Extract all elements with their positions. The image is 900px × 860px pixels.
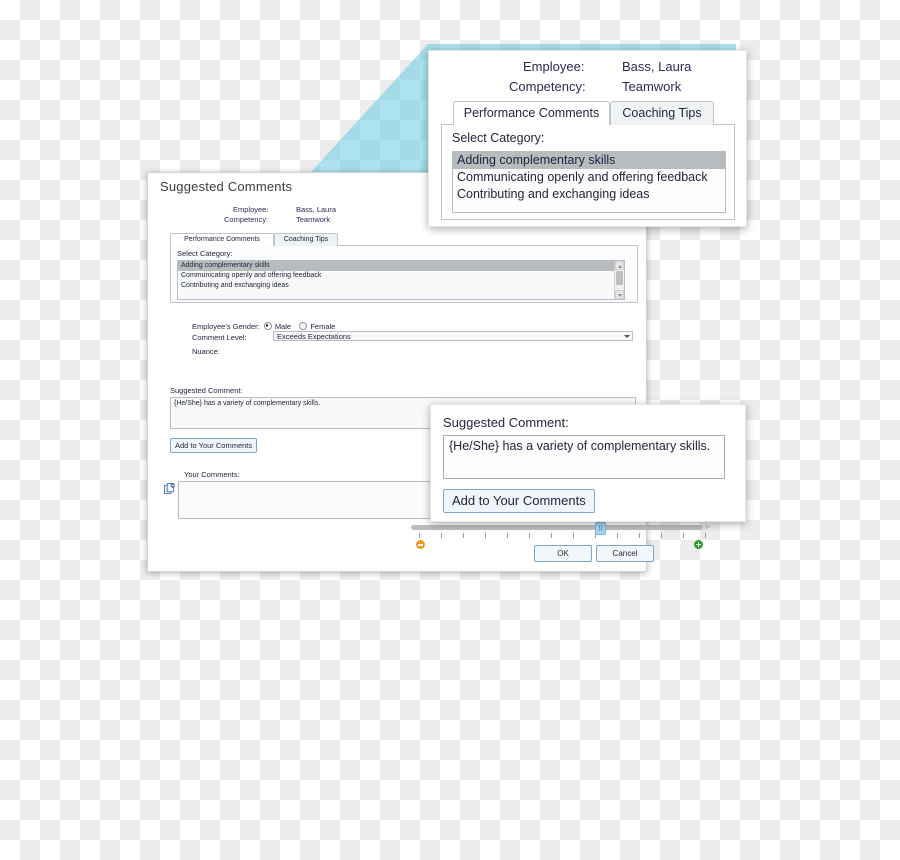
- callout-select-category-label: Select Category:: [452, 131, 545, 145]
- callout-suggested-comment-box: {He/She} has a variety of complementary …: [443, 435, 725, 479]
- category-listbox[interactable]: Adding complementary skills Communicatin…: [177, 260, 625, 300]
- list-item[interactable]: Contributing and exchanging ideas: [453, 186, 725, 203]
- radio-female[interactable]: [299, 322, 308, 330]
- slider-tick: [639, 533, 640, 538]
- your-comments-label: Your Comments:: [184, 470, 240, 479]
- tab-coaching-tips[interactable]: Coaching Tips: [274, 233, 338, 246]
- callout-suggested-comment-label: Suggested Comment:: [443, 415, 569, 430]
- callout-add-to-your-comments-button[interactable]: Add to Your Comments: [443, 489, 595, 513]
- callout-tab-panel: Select Category: Adding complementary sk…: [441, 124, 735, 220]
- scroll-up-arrow-icon[interactable]: [615, 261, 624, 270]
- list-item[interactable]: Communicating openly and offering feedba…: [453, 169, 725, 186]
- comment-level-label: Comment Level:: [192, 333, 247, 342]
- slider-tick: [529, 533, 530, 538]
- list-item[interactable]: Adding complementary skills: [178, 261, 624, 271]
- comment-level-select[interactable]: Exceeds Expectations: [273, 331, 633, 341]
- callout-employee-value: Bass, Laura: [622, 59, 692, 74]
- slider-tick: [441, 533, 442, 538]
- callout-category-listbox[interactable]: Adding complementary skills Communicatin…: [452, 151, 726, 213]
- dialog-title: Suggested Comments: [160, 179, 293, 194]
- add-to-your-comments-button[interactable]: Add to Your Comments: [170, 438, 258, 453]
- select-category-label: Select Category:: [177, 249, 233, 258]
- competency-label: Competency:: [224, 215, 269, 224]
- slider-tick: [595, 533, 596, 538]
- zoom-callout-top: Employee: Bass, Laura Competency: Teamwo…: [428, 50, 747, 227]
- slider-track-end-icon: [705, 524, 711, 530]
- callout-competency-value: Teamwork: [622, 79, 682, 94]
- employee-value: Bass, Laura: [296, 205, 337, 214]
- slider-tick: [419, 533, 420, 538]
- tab-panel: Select Category: Adding complementary sk…: [170, 245, 638, 303]
- slider-tick: [705, 533, 706, 538]
- slider-tick: [617, 533, 618, 538]
- listbox-scrollbar[interactable]: [614, 261, 624, 299]
- tab-performance-comments[interactable]: Performance Comments: [170, 233, 274, 246]
- list-item[interactable]: Contributing and exchanging ideas: [178, 281, 624, 291]
- slider-tick: [485, 533, 486, 538]
- ok-button[interactable]: OK: [534, 545, 592, 562]
- gender-label: Employee's Gender:: [192, 322, 260, 331]
- scrollbar-thumb[interactable]: [616, 271, 623, 285]
- callout-tab-performance-comments[interactable]: Performance Comments: [453, 101, 610, 125]
- slider-thumb[interactable]: [595, 522, 607, 535]
- suggested-comment-label: Suggested Comment:: [170, 386, 243, 395]
- comment-level-row: Comment Level:: [192, 333, 247, 342]
- comment-level-value: Exceeds Expectations: [277, 332, 351, 341]
- slider-tick: [683, 533, 684, 538]
- callout-employee-label: Employee:: [523, 59, 585, 74]
- minus-circle-icon[interactable]: [416, 540, 425, 549]
- paste-clipboard-icon[interactable]: [164, 483, 175, 495]
- competency-value: Teamwork: [296, 215, 331, 224]
- zoom-callout-bottom: Suggested Comment: {He/She} has a variet…: [430, 404, 746, 522]
- nuance-label: Nuance:: [192, 347, 220, 356]
- gender-row: Employee's Gender: Male Female: [192, 321, 335, 331]
- list-item[interactable]: Communicating openly and offering feedba…: [178, 271, 624, 281]
- radio-female-label: Female: [310, 322, 336, 331]
- radio-male-label: Male: [274, 322, 292, 331]
- slider-tick: [507, 533, 508, 538]
- slider-tick: [661, 533, 662, 538]
- chevron-down-icon[interactable]: [624, 335, 630, 338]
- slider-tick: [463, 533, 464, 538]
- list-item[interactable]: Adding complementary skills: [453, 152, 725, 169]
- slider-tick: [551, 533, 552, 538]
- slider-track[interactable]: [411, 525, 703, 530]
- callout-tab-coaching-tips[interactable]: Coaching Tips: [610, 101, 714, 125]
- plus-circle-icon[interactable]: [694, 540, 703, 549]
- callout-competency-label: Competency:: [509, 79, 586, 94]
- cancel-button[interactable]: Cancel: [596, 545, 654, 562]
- scroll-down-arrow-icon[interactable]: [615, 290, 624, 299]
- slider-tick: [573, 533, 574, 538]
- employee-label: Employee:: [233, 205, 269, 214]
- radio-male[interactable]: [263, 322, 272, 330]
